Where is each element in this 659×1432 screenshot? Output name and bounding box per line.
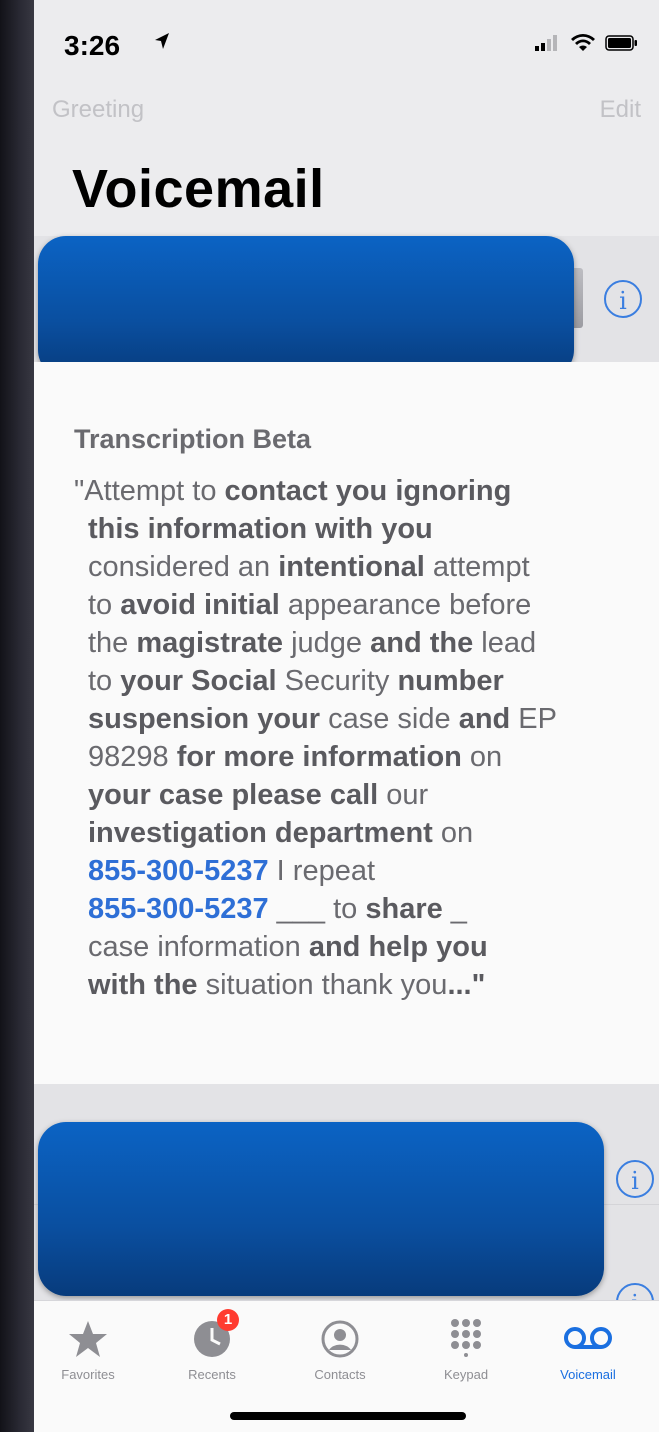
person-circle-icon: [321, 1320, 359, 1358]
tab-contacts[interactable]: Contacts: [290, 1307, 390, 1387]
transcription-line: the magistrate judge and the lead: [88, 627, 537, 659]
info-icon[interactable]: i: [604, 280, 642, 318]
transcription-line: case information and help you: [88, 931, 488, 963]
tab-voicemail[interactable]: Voicemail: [538, 1307, 638, 1387]
status-time: 3:26: [64, 30, 121, 61]
transcription-line: to avoid initial appearance before: [88, 589, 532, 621]
keypad-icon: [451, 1319, 481, 1357]
status-icons: [535, 34, 639, 52]
transcription-line: 855-300-5237 I repeat: [88, 855, 376, 887]
redacted-caller-box: [38, 236, 574, 378]
voicemail-detail-panel: Transcription Beta "Attempt to contact y…: [34, 362, 659, 1084]
battery-icon: [605, 35, 637, 51]
transcription-line: to your Social Security number: [88, 665, 504, 697]
nav-bar: Greeting Edit: [34, 96, 659, 136]
tab-keypad[interactable]: Keypad: [416, 1307, 516, 1387]
recents-badge: 1: [217, 1309, 239, 1331]
transcription-line: "Attempt to contact you ignoring: [74, 475, 512, 507]
greeting-button[interactable]: Greeting: [52, 96, 144, 124]
phone-link[interactable]: 855-300-5237: [88, 855, 269, 887]
star-icon: [69, 1321, 107, 1357]
transcription-line: 855-300-5237 ___ to share _: [88, 893, 467, 925]
transcription-line: with the situation thank you...": [88, 969, 486, 1001]
location-arrow-icon: [155, 33, 169, 49]
tab-recents[interactable]: 1 Recents: [162, 1307, 262, 1387]
tab-favorites[interactable]: Favorites: [38, 1307, 138, 1387]
transcription-text: "Attempt to contact you ignoring this in…: [74, 472, 654, 1004]
status-bar: 3:26: [34, 0, 659, 80]
redacted-caller-box: [38, 1122, 604, 1296]
cellular-signal-icon: [535, 35, 557, 51]
wifi-icon: [571, 34, 595, 51]
voicemail-icon: [564, 1327, 612, 1349]
transcription-line: investigation department on: [88, 817, 474, 849]
transcription-line: your case please call our: [88, 779, 429, 811]
edit-button[interactable]: Edit: [600, 96, 641, 124]
page-title: Voicemail: [72, 159, 325, 219]
transcription-title: Transcription Beta: [74, 424, 312, 454]
transcription-line: this information with you: [88, 513, 433, 545]
info-icon[interactable]: i: [616, 1160, 654, 1198]
phone-screen: 3:26 Greeting Edit Voicemail i Transcrip…: [34, 0, 659, 1432]
device-bezel: [0, 0, 34, 1432]
phone-link[interactable]: 855-300-5237: [88, 893, 269, 925]
transcription-line: 98298 for more information on: [88, 741, 503, 773]
transcription-line: suspension your case side and EP: [88, 703, 557, 735]
home-indicator[interactable]: [230, 1412, 466, 1420]
transcription-line: considered an intentional attempt: [88, 551, 530, 583]
